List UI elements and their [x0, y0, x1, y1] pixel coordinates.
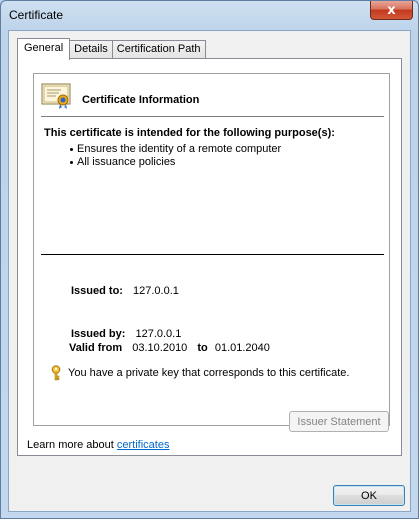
purpose-item: Ensures the identity of a remote compute…: [70, 143, 281, 156]
issued-by-value: 127.0.0.1: [135, 328, 182, 340]
issued-to-value: 127.0.0.1: [133, 285, 179, 297]
learn-more-text: Learn more about certificates: [27, 439, 169, 451]
tab-strip: General Details Certification Path: [17, 38, 206, 60]
issued-to-label: Issued to:: [71, 285, 123, 297]
issued-to-row: Issued to: 127.0.0.1: [71, 285, 179, 297]
tab-details[interactable]: Details: [69, 40, 113, 59]
window-title: Certificate: [9, 8, 64, 22]
purpose-heading: This certificate is intended for the fol…: [44, 127, 335, 139]
close-icon: x: [387, 2, 396, 18]
title-bar[interactable]: Certificate x: [1, 1, 418, 29]
issued-by-row: Issued by: 127.0.0.1: [71, 328, 181, 340]
issuer-statement-button[interactable]: Issuer Statement: [289, 411, 389, 432]
tab-general[interactable]: General: [17, 38, 71, 60]
purpose-list: Ensures the identity of a remote compute…: [70, 143, 281, 169]
tab-certification-path[interactable]: Certification Path: [111, 40, 206, 59]
purpose-item: All issuance policies: [70, 156, 281, 169]
general-tab-panel: Certificate Information This certificate…: [17, 58, 402, 456]
header-divider: [41, 116, 384, 117]
certificate-info-box: Certificate Information This certificate…: [33, 73, 390, 426]
certificate-info-title: Certificate Information: [82, 94, 200, 106]
certificates-link[interactable]: certificates: [117, 439, 170, 451]
certificate-icon: [41, 83, 71, 109]
certificate-dialog: Certificate x General Details Certificat…: [0, 0, 419, 519]
learn-more-prefix: Learn more about: [27, 439, 117, 451]
issued-by-label: Issued by:: [71, 328, 126, 340]
ok-button[interactable]: OK: [333, 485, 405, 506]
dialog-client-area: General Details Certification Path Certi…: [8, 30, 411, 512]
close-button[interactable]: x: [370, 1, 413, 20]
details-divider: [41, 254, 384, 255]
